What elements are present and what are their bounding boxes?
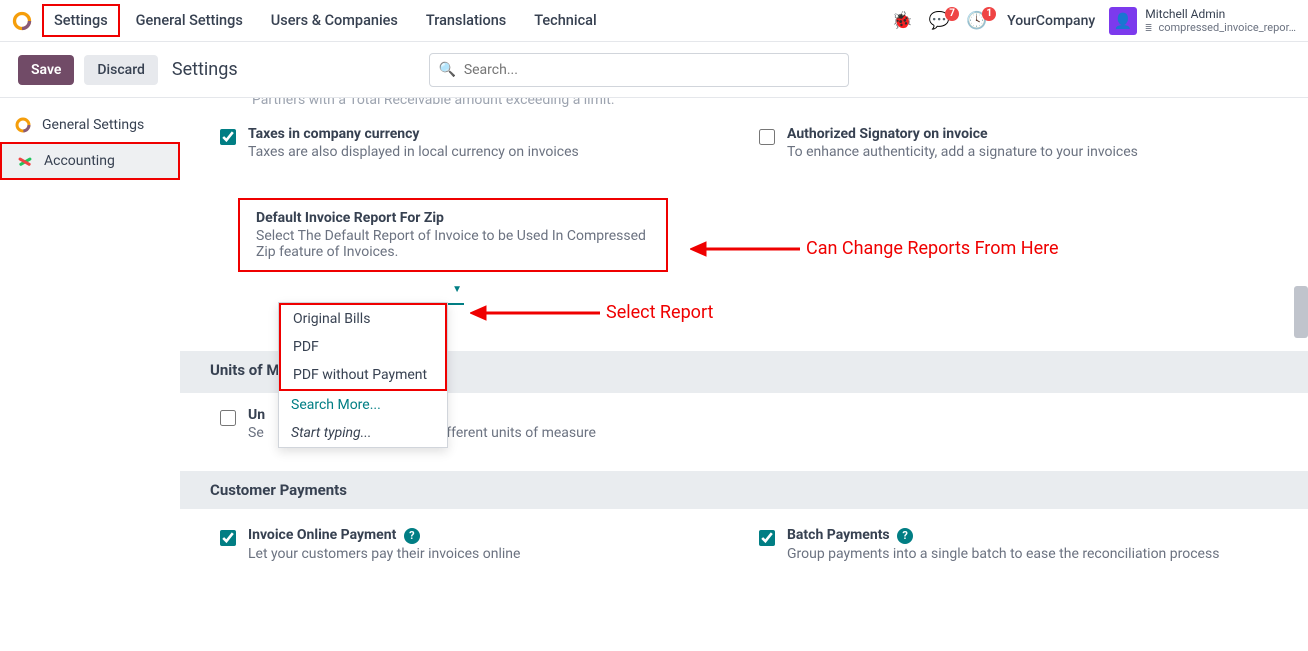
setting-batch-payments: Batch Payments ? Group payments into a s… <box>759 527 1268 562</box>
taxes-currency-checkbox[interactable] <box>220 129 236 145</box>
batch-payments-checkbox[interactable] <box>759 530 775 546</box>
setting-default-zip-report: Default Invoice Report For Zip Select Th… <box>238 198 668 272</box>
setting-title: Default Invoice Report For Zip <box>256 210 650 226</box>
settings-sidebar: General Settings Accounting <box>0 98 180 651</box>
breadcrumb: Settings <box>172 59 238 80</box>
scrollbar-thumb[interactable] <box>1294 286 1308 338</box>
setting-title: Invoice Online Payment ? <box>248 527 729 544</box>
arrow-icon <box>690 239 800 259</box>
help-icon[interactable]: ? <box>897 528 913 544</box>
nav-general-settings[interactable]: General Settings <box>124 4 255 37</box>
discard-button[interactable]: Discard <box>84 55 157 85</box>
database-name: ≣ compressed_invoice_repor… <box>1145 21 1296 35</box>
sidebar-item-general[interactable]: General Settings <box>0 108 180 142</box>
top-navbar: Settings General Settings Users & Compan… <box>0 0 1308 42</box>
arrow-icon <box>470 303 600 323</box>
setting-authorized-signatory: Authorized Signatory on invoice To enhan… <box>759 126 1268 160</box>
accounting-icon <box>16 152 34 170</box>
save-button[interactable]: Save <box>18 55 74 85</box>
help-icon[interactable]: ? <box>404 528 420 544</box>
dropdown-search-more[interactable]: Search More... <box>279 391 447 419</box>
sidebar-item-label: General Settings <box>42 117 144 133</box>
sidebar-item-accounting[interactable]: Accounting <box>0 142 180 180</box>
nav-users-companies[interactable]: Users & Companies <box>259 4 410 37</box>
debug-icon[interactable]: 🐞 <box>886 11 919 31</box>
annotation-change-reports: Can Change Reports From Here <box>690 238 1059 259</box>
dropdown-option-pdf[interactable]: PDF <box>281 333 445 361</box>
setting-invoice-online-payment: Invoice Online Payment ? Let your custom… <box>220 527 729 562</box>
activities-icon[interactable]: 🕓1 <box>960 11 993 31</box>
sidebar-item-label: Accounting <box>44 153 115 169</box>
online-payment-checkbox[interactable] <box>220 530 236 546</box>
messages-badge: 7 <box>945 7 959 21</box>
dropdown-option-pdf-without-payment[interactable]: PDF without Payment <box>281 361 445 389</box>
control-panel: Save Discard Settings 🔍 <box>0 42 1308 98</box>
annotation-select-report: Select Report <box>470 302 713 323</box>
setting-taxes-currency: Taxes in company currency Taxes are also… <box>220 126 729 160</box>
section-customer-payments: Customer Payments <box>180 471 1308 509</box>
chevron-down-icon[interactable]: ▼ <box>452 284 462 295</box>
search-input[interactable] <box>429 53 849 87</box>
nav-translations[interactable]: Translations <box>414 4 518 37</box>
user-name: Mitchell Admin <box>1145 7 1296 21</box>
setting-description: Group payments into a single batch to ea… <box>787 546 1268 562</box>
nav-technical[interactable]: Technical <box>522 4 608 37</box>
nav-app-settings[interactable]: Settings <box>42 4 120 37</box>
user-menu[interactable]: 👤 Mitchell Admin ≣ compressed_invoice_re… <box>1109 7 1296 35</box>
setting-title: Taxes in company currency <box>248 126 729 142</box>
truncated-prev-setting: Partners with a Total Receivable amount … <box>180 98 1308 108</box>
settings-content: Partners with a Total Receivable amount … <box>180 98 1308 651</box>
odoo-logo-icon[interactable] <box>12 11 32 31</box>
setting-description: Let your customers pay their invoices on… <box>248 546 729 562</box>
dropdown-option-original-bills[interactable]: Original Bills <box>281 305 445 333</box>
messages-icon[interactable]: 💬7 <box>923 11 956 31</box>
activities-badge: 1 <box>982 7 996 21</box>
report-dropdown-menu: Original Bills PDF PDF without Payment S… <box>278 302 448 448</box>
signatory-checkbox[interactable] <box>759 129 775 145</box>
avatar: 👤 <box>1109 7 1137 35</box>
report-select[interactable]: ▼ Original Bills PDF PDF without Payment… <box>278 280 464 305</box>
dropdown-start-typing[interactable]: Start typing... <box>279 419 447 447</box>
setting-description: Taxes are also displayed in local curren… <box>248 144 729 160</box>
company-switcher[interactable]: YourCompany <box>1007 13 1095 29</box>
general-settings-icon <box>14 116 32 134</box>
uom-checkbox[interactable] <box>220 410 236 426</box>
setting-description: To enhance authenticity, add a signature… <box>787 144 1268 160</box>
setting-title: Authorized Signatory on invoice <box>787 126 1268 142</box>
setting-title: Batch Payments ? <box>787 527 1268 544</box>
search-icon: 🔍 <box>439 62 456 78</box>
setting-description: Select The Default Report of Invoice to … <box>256 228 650 260</box>
